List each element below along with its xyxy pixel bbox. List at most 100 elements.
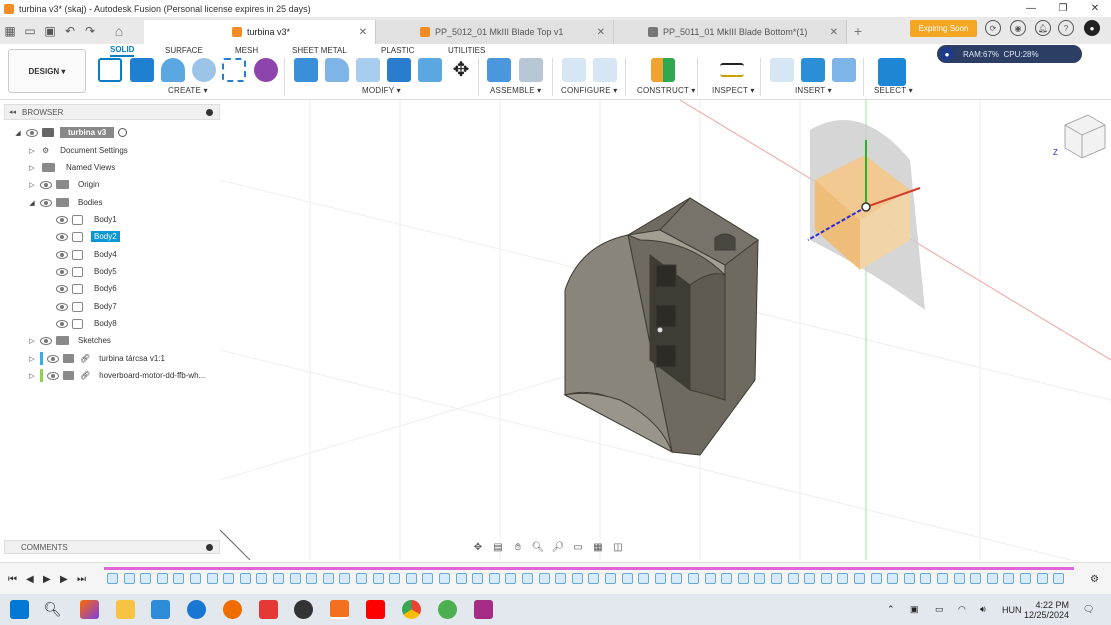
timeline-feature-icon[interactable] [970, 573, 982, 584]
timeline-feature-icon[interactable] [389, 573, 401, 584]
tree-item-named-views[interactable]: ▷ Named Views [28, 160, 118, 175]
tree-item-origin[interactable]: ▷ Origin [28, 177, 102, 192]
app-a-icon[interactable] [187, 600, 206, 619]
timeline-feature-icon[interactable] [223, 573, 235, 584]
visibility-eye-icon[interactable] [47, 371, 59, 380]
tree-item-body[interactable]: Body8 [52, 316, 120, 331]
expand-triangle-icon[interactable]: ▷ [28, 337, 36, 345]
timeline-feature-icon[interactable] [140, 573, 152, 584]
construct-menu[interactable]: CONSTRUCT ▾ [637, 86, 696, 95]
grid-settings-icon[interactable]: ▦ [590, 540, 606, 554]
revolve-icon[interactable] [161, 58, 185, 82]
timeline-feature-icon[interactable] [986, 573, 998, 584]
play-icon[interactable]: ▶︎ [43, 574, 51, 585]
tree-item-body[interactable]: Body7 [52, 299, 120, 314]
app-flame-icon[interactable] [223, 600, 242, 619]
collapse-icon[interactable]: ◂◂ [9, 108, 16, 116]
chrome-icon[interactable] [402, 600, 421, 619]
timeline-feature-icon[interactable] [1003, 573, 1015, 584]
assemble-menu[interactable]: ASSEMBLE ▾ [490, 86, 541, 95]
configure-menu[interactable]: CONFIGURE ▾ [561, 86, 617, 95]
timeline-feature-icon[interactable] [1036, 573, 1048, 584]
combine-icon[interactable] [418, 58, 442, 82]
tab-blade-bottom[interactable]: PP_5011_01 MkIII Blade Bottom*(1) ✕ [614, 20, 847, 44]
timeline-feature-icon[interactable] [721, 573, 733, 584]
timeline-feature-icon[interactable] [804, 573, 816, 584]
timeline-feature-icon[interactable] [422, 573, 434, 584]
tab-plastic[interactable]: PLASTIC [381, 44, 414, 57]
timeline-feature-icon[interactable] [754, 573, 766, 584]
tab-blade-top[interactable]: PP_5012_01 MkIII Blade Top v1 ✕ [376, 20, 614, 44]
fillet-icon[interactable] [325, 58, 349, 82]
volume-icon[interactable]: 🔊︎ [980, 594, 986, 625]
timeline-feature-icon[interactable] [654, 573, 666, 584]
timeline-feature-icon[interactable] [505, 573, 517, 584]
browser-panel-header[interactable]: ◂◂ BROWSER [4, 104, 220, 120]
extrude-icon[interactable] [130, 58, 154, 82]
visibility-eye-icon[interactable] [40, 180, 52, 189]
new-component-icon[interactable] [487, 58, 511, 82]
show-hidden-icons[interactable]: ⌃ [887, 594, 895, 625]
configure-rule-icon[interactable] [593, 58, 617, 82]
select-menu[interactable]: SELECT ▾ [874, 86, 913, 95]
maximize-button[interactable]: ❐ [1047, 0, 1079, 17]
timeline-feature-icon[interactable] [837, 573, 849, 584]
jobs-icon[interactable]: ⟳ [985, 20, 1001, 36]
timeline-feature-icon[interactable] [522, 573, 533, 584]
insert-derive-icon[interactable] [770, 58, 794, 82]
hole-icon[interactable] [192, 58, 216, 82]
timeline-feature-icon[interactable] [605, 573, 616, 584]
close-tab-icon[interactable]: ✕ [597, 27, 605, 38]
youtube-icon[interactable] [366, 600, 385, 619]
insert-menu[interactable]: INSERT ▾ [795, 86, 832, 95]
close-tab-icon[interactable]: ✕ [359, 27, 367, 38]
timeline-track[interactable] [104, 567, 1074, 570]
tree-item-turbina-tarcsa[interactable]: ▷ 🔗︎ turbina tárcsa v1:1 [28, 351, 168, 366]
timeline-feature-icon[interactable] [107, 573, 118, 584]
visibility-eye-icon[interactable] [47, 354, 59, 363]
insert-canvas-icon[interactable] [832, 58, 856, 82]
expand-triangle-icon[interactable]: ▷ [28, 164, 36, 172]
timeline-feature-icon[interactable] [1053, 573, 1065, 584]
visibility-eye-icon[interactable] [40, 336, 52, 345]
recorder-icon[interactable] [259, 600, 278, 619]
modify-menu[interactable]: MODIFY ▾ [362, 86, 401, 95]
store-icon[interactable] [151, 600, 170, 619]
tab-solid[interactable]: SOLID [110, 44, 135, 57]
timeline-feature-icon[interactable] [156, 573, 168, 584]
language-indicator[interactable]: HUN [1002, 594, 1022, 625]
tree-root[interactable]: ◢ turbina v3 [14, 125, 128, 140]
save-icon[interactable]: ▣ [40, 21, 60, 41]
display-settings-icon[interactable]: ▭ [570, 540, 586, 554]
collapse-triangle-icon[interactable]: ◢ [14, 129, 22, 137]
timeline-feature-icon[interactable] [704, 573, 716, 584]
tab-utilities[interactable]: UTILITIES [448, 44, 485, 57]
viewports-icon[interactable]: ◫ [610, 540, 626, 554]
timeline-feature-icon[interactable] [173, 573, 185, 584]
timeline-feature-icon[interactable] [920, 573, 932, 584]
close-button[interactable]: ✕ [1079, 0, 1111, 17]
timeline-feature-icon[interactable] [356, 573, 367, 584]
add-comment-icon[interactable] [206, 543, 213, 551]
timeline-feature-icon[interactable] [405, 573, 417, 584]
tab-turbina-v3[interactable]: turbina v3* ✕ [144, 20, 376, 44]
move-icon[interactable]: ✥ [449, 58, 473, 82]
clock[interactable]: 4:22 PM 12/25/2024 [1024, 594, 1069, 625]
tree-item-body[interactable]: Body6 [52, 281, 120, 296]
shell-icon[interactable] [387, 58, 411, 82]
collapse-triangle-icon[interactable]: ◢ [28, 199, 36, 207]
timeline-feature-icon[interactable] [256, 573, 268, 584]
step-back-icon[interactable]: ◀︎ [26, 574, 34, 585]
insert-mcmaster-icon[interactable] [801, 58, 825, 82]
visibility-eye-icon[interactable] [56, 319, 68, 328]
timeline-feature-icon[interactable] [588, 573, 600, 584]
visibility-eye-icon[interactable] [40, 198, 52, 207]
winrar-icon[interactable] [474, 600, 493, 619]
github-icon[interactable] [294, 600, 313, 619]
timeline-feature-icon[interactable] [372, 573, 384, 584]
close-tab-icon[interactable]: ✕ [830, 27, 838, 38]
offset-plane-icon[interactable] [651, 58, 675, 82]
timeline-feature-icon[interactable] [206, 573, 218, 584]
timeline-feature-icon[interactable] [854, 573, 865, 584]
comments-panel[interactable]: COMMENTS [4, 540, 220, 554]
